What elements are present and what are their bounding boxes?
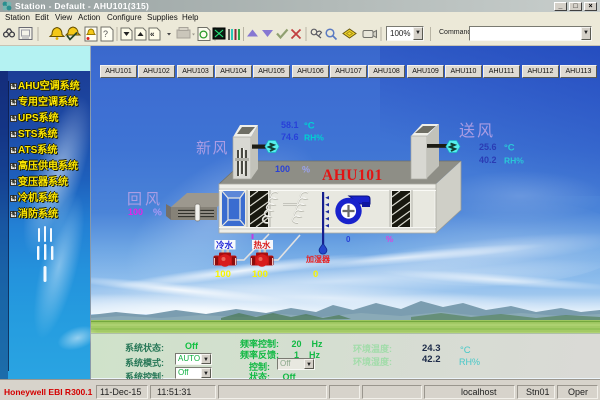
svg-text:送风: 送风 [459,122,495,140]
svg-text:RH%: RH% [304,133,324,143]
svg-text:回风: 回风 [127,191,163,208]
svg-text:°C: °C [504,143,515,154]
svg-text:74.6: 74.6 [281,132,299,142]
svg-text:100: 100 [275,164,290,174]
svg-text:热水: 热水 [254,240,272,250]
svg-text:%: % [302,165,310,175]
svg-text:新风: 新风 [196,140,229,157]
svg-text:40.2: 40.2 [479,155,497,165]
svg-text:AHU101: AHU101 [322,167,383,184]
svg-text:100: 100 [215,269,231,280]
svg-text:?: ? [103,29,108,39]
svg-text:%: % [386,235,393,244]
svg-text:°C: °C [304,121,315,132]
svg-text:100: 100 [128,207,143,217]
svg-text:加湿器: 加湿器 [305,254,331,264]
svg-text:«: « [150,30,155,39]
svg-text:RH%: RH% [504,156,524,166]
svg-text:0: 0 [313,269,318,280]
svg-text:0: 0 [346,235,351,244]
svg-text:100: 100 [252,269,268,280]
svg-text:25.6: 25.6 [479,142,497,152]
svg-text:58.1: 58.1 [281,120,299,130]
svg-text:%: % [153,208,162,219]
svg-text:冷水: 冷水 [216,240,234,250]
